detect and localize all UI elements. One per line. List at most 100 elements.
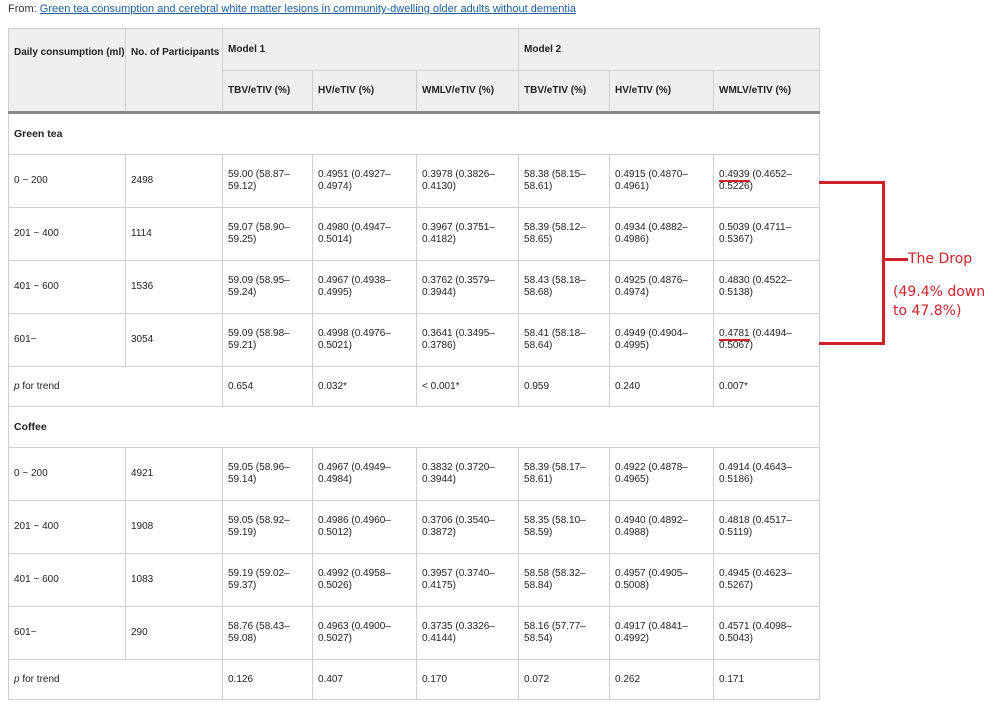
data-cell: 0.3735 (0.3326–0.4144) — [415, 606, 520, 660]
annotation-line-2: to 47.8%) — [893, 303, 962, 319]
consumption-cell: 0 ~ 200 — [8, 447, 126, 501]
data-cell: 58.39 (58.12–58.65) — [518, 207, 611, 261]
data-cell: 0.4922 (0.4878–0.4965) — [609, 447, 715, 501]
data-cell: 59.00 (58.87–59.12) — [222, 154, 313, 208]
source-citation: From: Green tea consumption and cerebral… — [8, 2, 576, 16]
data-cell: 0.4957 (0.4905–0.5008) — [609, 553, 715, 607]
trend-cell: 0.959 — [518, 366, 611, 407]
section-title: Green tea — [7, 112, 821, 155]
data-cell: 58.16 (57.77–58.54) — [518, 606, 611, 660]
data-cell: 0.4934 (0.4882–0.4986) — [609, 207, 715, 261]
section-row-coffee: Coffee — [7, 406, 821, 448]
header-tbv-m2: TBV/eTIV (%) — [518, 70, 611, 113]
data-cell: 0.3762 (0.3579–0.3944) — [415, 260, 520, 314]
data-cell-highlighted: 0.4939 (0.4652–0.5226) — [713, 154, 821, 208]
data-cell: 59.09 (58.98–59.21) — [222, 313, 313, 367]
trend-label-rest: for trend — [19, 380, 60, 392]
data-cell: 0.3832 (0.3720–0.3944) — [415, 447, 520, 501]
data-cell: 0.3706 (0.3540–0.3872) — [415, 500, 520, 554]
trend-cell: 0.007* — [713, 366, 821, 407]
data-cell: 0.4945 (0.4623–0.5267) — [713, 553, 821, 607]
consumption-cell: 401 ~ 600 — [8, 553, 126, 607]
section-row-green-tea: Green tea — [7, 112, 821, 155]
results-table: Daily consumption (ml) No. of Participan… — [7, 28, 821, 700]
participants-cell: 3054 — [125, 313, 223, 367]
data-cell: 0.5039 (0.4711–0.5367) — [713, 207, 821, 261]
data-cell: 0.4967 (0.4949–0.4984) — [312, 447, 417, 501]
table-row: 201 ~ 400 1908 59.05 (58.92–59.19) 0.498… — [8, 500, 821, 554]
consumption-cell: 201 ~ 400 — [8, 207, 126, 261]
consumption-cell: 0 ~ 200 — [8, 154, 126, 208]
table-row: 0 ~ 200 2498 59.00 (58.87–59.12) 0.4951 … — [8, 154, 821, 208]
data-cell: 0.4571 (0.4098–0.5043) — [713, 606, 821, 660]
annotation-bracket-top — [819, 181, 885, 184]
header-consumption: Daily consumption (ml) — [8, 28, 126, 113]
data-cell: 0.4915 (0.4870–0.4961) — [609, 154, 715, 208]
trend-cell: 0.654 — [222, 366, 313, 407]
data-cell: 58.58 (58.32–58.84) — [518, 553, 611, 607]
trend-cell: 0.407 — [312, 659, 417, 700]
article-link[interactable]: Green tea consumption and cerebral white… — [40, 3, 576, 15]
data-cell: 0.4830 (0.4522–0.5138) — [713, 260, 821, 314]
data-cell: 59.09 (58.95–59.24) — [222, 260, 313, 314]
data-cell: 0.3957 (0.3740–0.4175) — [415, 553, 520, 607]
participants-cell: 1908 — [125, 500, 223, 554]
data-cell: 0.4998 (0.4976–0.5021) — [312, 313, 417, 367]
trend-label-rest: for trend — [19, 673, 60, 685]
data-cell-highlighted: 0.4781 (0.4494–0.5067) — [713, 313, 821, 367]
trend-cell: 0.171 — [713, 659, 821, 700]
data-cell: 0.3641 (0.3495–0.3786) — [415, 313, 520, 367]
trend-row: p for trend 0.654 0.032* < 0.001* 0.959 … — [8, 366, 821, 407]
data-cell: 0.4967 (0.4938–0.4995) — [312, 260, 417, 314]
participants-cell: 1114 — [125, 207, 223, 261]
participants-cell: 1083 — [125, 553, 223, 607]
trend-cell: 0.032* — [312, 366, 417, 407]
annotation-title: The Drop — [908, 251, 973, 267]
trend-cell: 0.072 — [518, 659, 611, 700]
header-wmlv-m2: WMLV/eTIV (%) — [713, 70, 821, 113]
trend-cell: < 0.001* — [415, 366, 520, 407]
consumption-cell: 601~ — [8, 313, 126, 367]
trend-label: p for trend — [8, 366, 223, 407]
data-cell: 58.38 (58.15–58.61) — [518, 154, 611, 208]
trend-cell: 0.126 — [222, 659, 313, 700]
table-row: 401 ~ 600 1536 59.09 (58.95–59.24) 0.496… — [8, 260, 821, 314]
consumption-cell: 401 ~ 600 — [8, 260, 126, 314]
trend-cell: 0.170 — [415, 659, 520, 700]
header-hv-m2: HV/eTIV (%) — [609, 70, 715, 113]
data-cell: 59.07 (58.90–59.25) — [222, 207, 313, 261]
data-cell: 0.4917 (0.4841–0.4992) — [609, 606, 715, 660]
annotation-line-1: (49.4% down — [893, 284, 986, 300]
data-cell: 0.4980 (0.4947–0.5014) — [312, 207, 417, 261]
header-participants: No. of Participants — [125, 28, 223, 113]
annotation-bracket-vertical — [882, 181, 885, 345]
data-cell: 58.39 (58.17–58.61) — [518, 447, 611, 501]
data-cell: 0.4818 (0.4517–0.5119) — [713, 500, 821, 554]
data-cell: 58.41 (58.18–58.64) — [518, 313, 611, 367]
header-tbv-m1: TBV/eTIV (%) — [222, 70, 313, 113]
consumption-cell: 201 ~ 400 — [8, 500, 126, 554]
trend-row: p for trend 0.126 0.407 0.170 0.072 0.26… — [8, 659, 821, 700]
header-model-1: Model 1 — [221, 28, 520, 71]
trend-cell: 0.240 — [609, 366, 715, 407]
table-row: 601~ 290 58.76 (58.43–59.08) 0.4963 (0.4… — [8, 606, 821, 660]
section-title: Coffee — [7, 406, 821, 448]
participants-cell: 4921 — [125, 447, 223, 501]
consumption-cell: 601~ — [8, 606, 126, 660]
data-cell: 59.05 (58.96–59.14) — [222, 447, 313, 501]
data-cell: 59.19 (59.02–59.37) — [222, 553, 313, 607]
data-cell: 0.4963 (0.4900–0.5027) — [312, 606, 417, 660]
participants-cell: 2498 — [125, 154, 223, 208]
participants-cell: 290 — [125, 606, 223, 660]
data-cell: 59.05 (58.92–59.19) — [222, 500, 313, 554]
annotation-bracket-pointer — [882, 258, 908, 261]
header-hv-m1: HV/eTIV (%) — [312, 70, 417, 113]
data-cell: 0.4914 (0.4643–0.5186) — [713, 447, 821, 501]
participants-cell: 1536 — [125, 260, 223, 314]
data-cell: 58.43 (58.18–58.68) — [518, 260, 611, 314]
table-row: 401 ~ 600 1083 59.19 (59.02–59.37) 0.499… — [8, 553, 821, 607]
data-cell: 0.4992 (0.4958–0.5026) — [312, 553, 417, 607]
data-cell: 0.4949 (0.4904–0.4995) — [609, 313, 715, 367]
table-row: 0 ~ 200 4921 59.05 (58.96–59.14) 0.4967 … — [8, 447, 821, 501]
source-prefix: From: — [8, 3, 37, 15]
